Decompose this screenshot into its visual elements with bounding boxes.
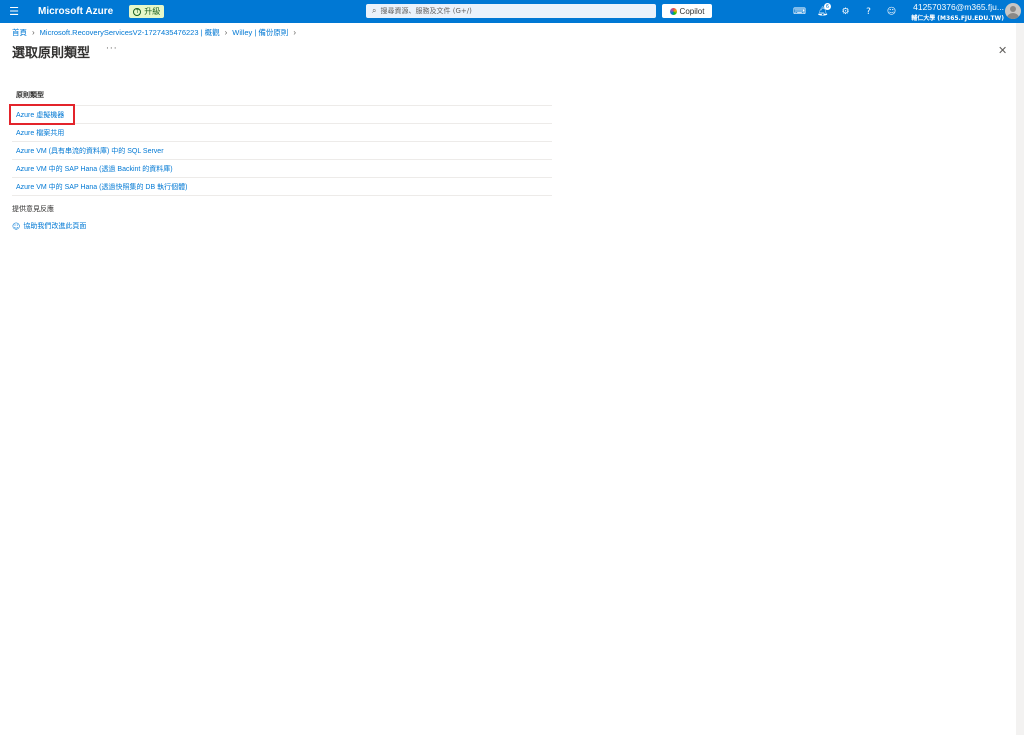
copilot-label: Copilot (679, 6, 705, 16)
policy-item-sql-in-vm[interactable]: Azure VM (具有串流的資料庫) 中的 SQL Server (12, 142, 552, 160)
policy-item-sap-hana-snapshot[interactable]: Azure VM 中的 SAP Hana (透過快照集的 DB 執行個體) (12, 178, 552, 196)
settings-icon[interactable]: ⚙ (834, 0, 857, 23)
notifications-icon[interactable]: 🔔︎ 6 (811, 0, 834, 23)
page-title: 選取原則類型 (12, 46, 91, 61)
policy-type-label: 原則類型 (16, 91, 44, 99)
policy-item-azure-file-share[interactable]: Azure 檔案共用 (12, 124, 552, 142)
breadcrumb-vault[interactable]: Microsoft.RecoveryServicesV2-17274354762… (40, 27, 220, 38)
chevron-right-icon: › (293, 28, 297, 37)
more-icon[interactable]: ··· (106, 44, 118, 54)
avatar[interactable] (1005, 3, 1021, 19)
account-name: 412570376@m365.fju... (913, 2, 1004, 12)
breadcrumb-home[interactable]: 首頁 (12, 27, 27, 38)
upgrade-button[interactable]: ↑ 升級 (129, 5, 165, 18)
account-org: 輔仁大學 (M365.FJU.EDU.TW) (911, 15, 1004, 22)
feedback-link[interactable]: ☺ 協助我們改進此頁面 (12, 221, 86, 231)
chevron-right-icon: › (224, 28, 228, 37)
hamburger-icon[interactable]: ☰ (0, 0, 28, 23)
search-placeholder: 搜尋資源、服務及文件 (G+/) (380, 7, 472, 15)
copilot-icon (669, 7, 677, 15)
policy-item-sap-hana-backint[interactable]: Azure VM 中的 SAP Hana (透過 Backint 的資料庫) (12, 160, 552, 178)
scrollbar[interactable] (1016, 23, 1024, 735)
copilot-button[interactable]: Copilot (662, 4, 712, 18)
notification-badge: 6 (824, 3, 831, 10)
chevron-right-icon: › (32, 28, 35, 37)
feedback-person-icon: ☺ (12, 221, 21, 231)
search-input[interactable]: ⌕ 搜尋資源、服務及文件 (G+/) (366, 4, 656, 18)
cloud-shell-icon[interactable]: ⌨ (788, 0, 811, 23)
upgrade-label: 升級 (144, 7, 161, 16)
feedback-title: 提供意見反應 (12, 205, 54, 213)
breadcrumb: 首頁 › Microsoft.RecoveryServicesV2-172743… (12, 27, 301, 38)
account-info[interactable]: 412570376@m365.fju... 輔仁大學 (M365.FJU.EDU… (900, 2, 1004, 22)
brand-title[interactable]: Microsoft Azure (38, 6, 113, 17)
breadcrumb-policies[interactable]: Willey | 備份原則 (232, 27, 288, 38)
policy-type-list: Azure 虛擬機器 Azure 檔案共用 Azure VM (具有串流的資料庫… (12, 105, 552, 196)
feedback-link-label: 協助我們改進此頁面 (23, 222, 87, 230)
policy-item-azure-vm[interactable]: Azure 虛擬機器 (12, 106, 552, 124)
upgrade-icon: ↑ (133, 7, 142, 16)
search-icon: ⌕ (372, 6, 377, 15)
close-icon[interactable]: ✕ (998, 44, 1007, 57)
help-icon[interactable]: ? (857, 0, 880, 23)
top-icons: ⌨ 🔔︎ 6 ⚙ ? ☺ (788, 0, 903, 23)
